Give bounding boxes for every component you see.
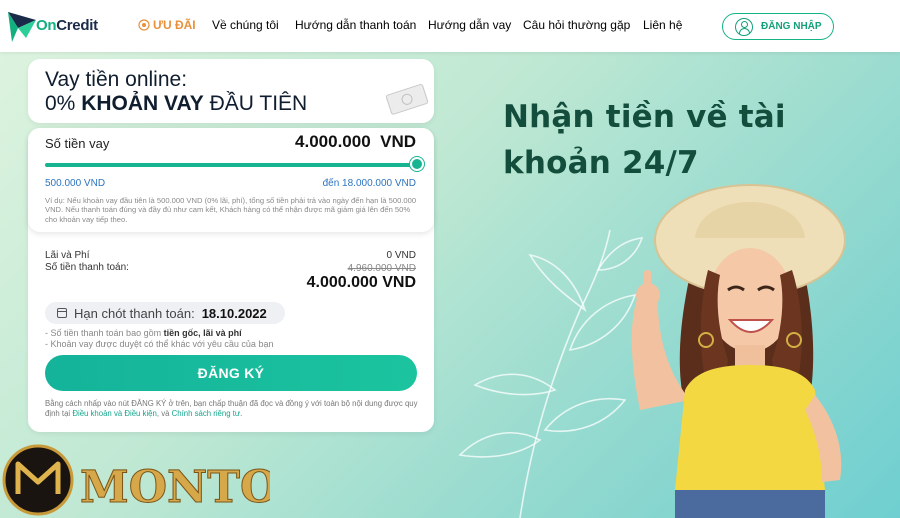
range-min: 500.000 VND xyxy=(45,178,106,189)
approval-note: - Khoản vay được duyệt có thể khác với y… xyxy=(45,339,274,349)
range-max: đến 18.000.000 VND xyxy=(322,178,416,189)
slider-fill xyxy=(45,163,417,167)
offer-line1: Vay tiền online: xyxy=(45,68,188,91)
terms-link[interactable]: Điều khoản và Điều kiện xyxy=(72,409,157,418)
loan-example-text: Ví dụ: Nếu khoản vay đầu tiên là 500.000… xyxy=(45,196,417,224)
loan-calculator-card: Số tiền vay 4.000.000 VND 500.000 VND đế… xyxy=(28,128,434,432)
login-label: ĐĂNG NHẬP xyxy=(761,21,822,32)
loan-slider-panel: Số tiền vay 4.000.000 VND 500.000 VND đế… xyxy=(28,128,434,232)
nav-item-promo[interactable]: ƯU ĐÃI xyxy=(138,18,196,32)
hero-title-line1: Nhận tiền về tài xyxy=(503,99,786,135)
deadline-pill: Hạn chót thanh toán: 18.10.2022 xyxy=(45,302,285,324)
fee-label: Lãi và Phí xyxy=(45,250,90,261)
nav-item-about[interactable]: Về chúng tôi xyxy=(212,18,279,32)
watermark-text: MONTOP xyxy=(80,462,270,513)
nav-item-loan-guide[interactable]: Hướng dẫn vay xyxy=(428,18,511,32)
nav-item-contact[interactable]: Liên hệ xyxy=(643,18,682,32)
cash-icon xyxy=(385,83,429,115)
top-header: OnCredit ƯU ĐÃI Về chúng tôi Hướng dẫn t… xyxy=(0,0,900,52)
amount-label: Số tiền vay xyxy=(45,136,110,151)
login-button[interactable]: ĐĂNG NHẬP xyxy=(722,13,834,40)
terms-text: Bằng cách nhấp vào nút ĐĂNG KÝ ở trên, b… xyxy=(45,399,418,418)
fee-value: 0 VND xyxy=(386,250,416,261)
register-button[interactable]: ĐĂNG KÝ xyxy=(45,355,417,391)
deadline-value: 18.10.2022 xyxy=(201,305,267,321)
calendar-icon xyxy=(57,308,67,318)
montop-watermark-logo: MONTOP xyxy=(2,444,270,516)
oncredit-logo[interactable]: OnCredit xyxy=(6,8,116,44)
nav-item-payment-guide[interactable]: Hướng dẫn thanh toán xyxy=(295,18,416,32)
logo-text: OnCredit xyxy=(36,17,98,34)
slider-handle[interactable] xyxy=(410,157,424,171)
amount-value: 4.000.000 VND xyxy=(295,132,416,151)
privacy-link[interactable]: Chính sách riêng tư xyxy=(172,409,241,418)
offer-line2: 0% KHOẢN VAY ĐẦU TIÊN xyxy=(45,92,308,115)
logo-mark-icon xyxy=(8,12,36,42)
star-icon xyxy=(138,19,150,31)
user-icon xyxy=(735,17,753,36)
offer-card: Vay tiền online: 0% KHOẢN VAY ĐẦU TIÊN xyxy=(28,59,434,123)
nav-item-faq[interactable]: Câu hỏi thường gặp xyxy=(523,18,630,32)
smiling-woman-photo xyxy=(631,184,846,518)
amount-slider[interactable] xyxy=(45,157,424,171)
payment-note: - Số tiền thanh toán bao gồm tiền gốc, l… xyxy=(45,328,242,338)
payment-old-value: 4.960.000 VND xyxy=(347,263,416,274)
deadline-label: Hạn chót thanh toán: xyxy=(74,305,195,321)
payment-total: 4.000.000 VND xyxy=(306,274,416,291)
payment-label: Số tiền thanh toán: xyxy=(45,262,129,273)
